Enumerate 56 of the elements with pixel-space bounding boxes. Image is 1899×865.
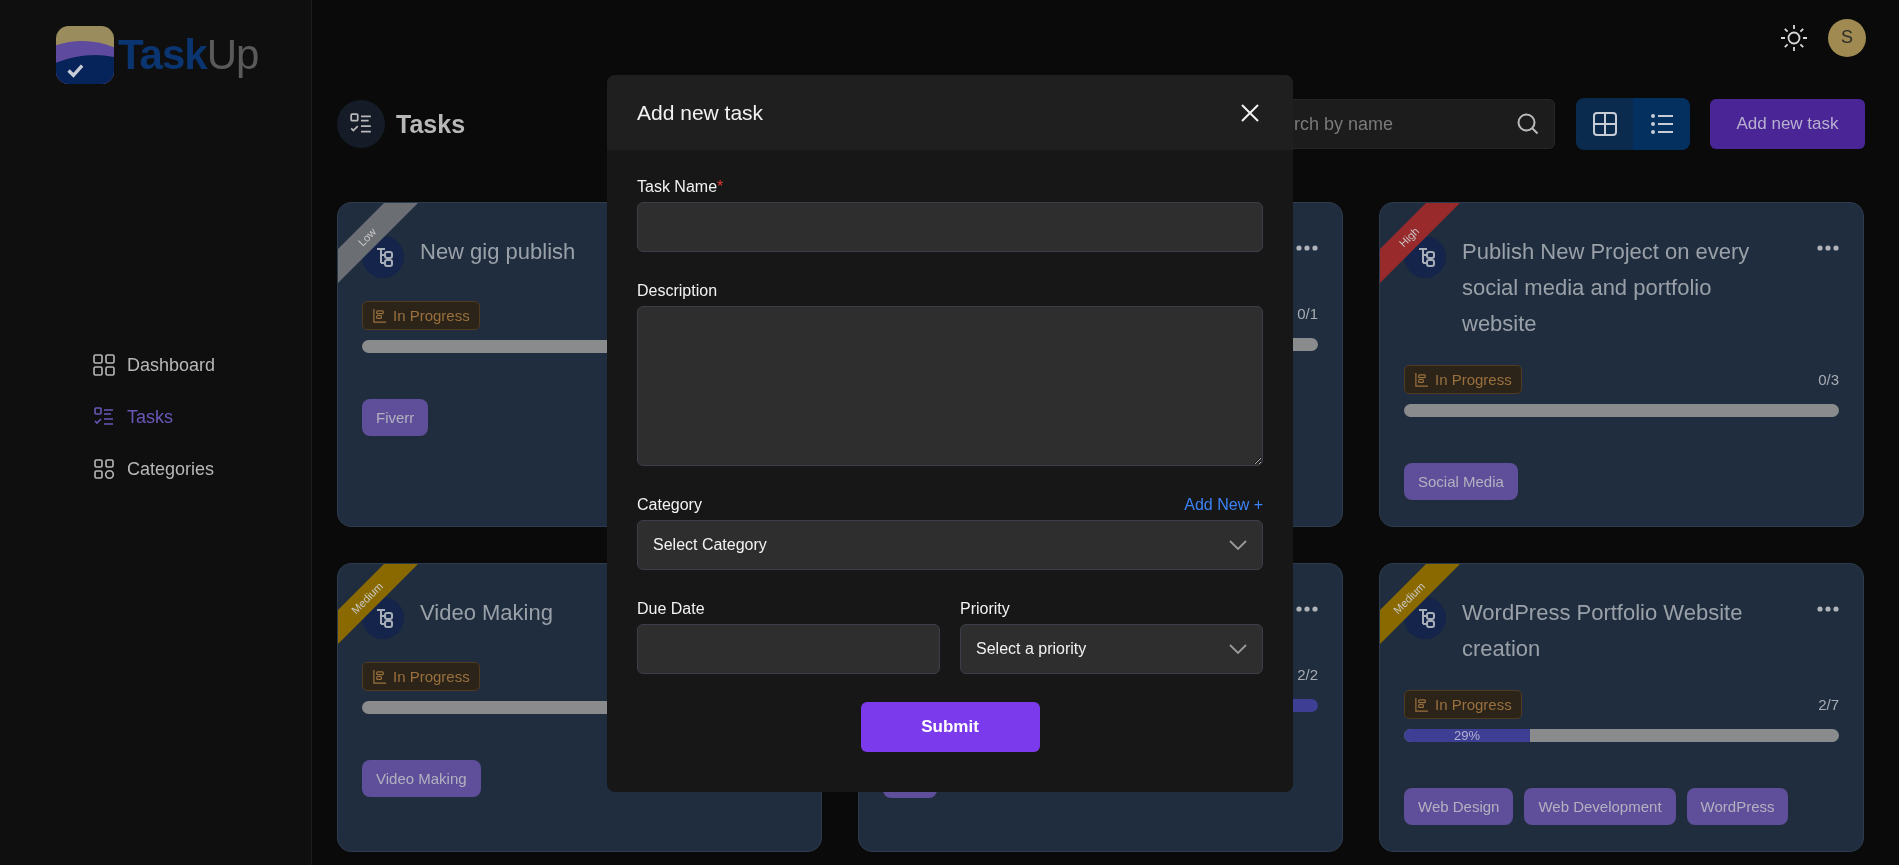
- subtask-count: 2/2: [1297, 665, 1318, 683]
- category-tag: Web Design: [1404, 788, 1514, 825]
- add-new-link[interactable]: Add New +: [1184, 496, 1263, 514]
- date-field[interactable]: [637, 624, 940, 674]
- view-toggle[interactable]: [1633, 98, 1690, 150]
- task-title: Video Making: [420, 599, 554, 627]
- subtask-count: 0/1: [1297, 304, 1318, 322]
- more-options-icon[interactable]: [1817, 605, 1839, 613]
- status-badge: In Progress: [362, 300, 480, 330]
- task-title: WordPress Portfolio Website creation: [1462, 599, 1744, 663]
- categories-icon: [93, 458, 115, 480]
- checklist-icon: [337, 100, 385, 148]
- user-avatar[interactable]: S: [1828, 18, 1866, 57]
- category-tag: Fiverr: [362, 399, 429, 436]
- search-field[interactable]: rch by name: [1293, 99, 1555, 149]
- field-label: Task Name*: [637, 178, 724, 196]
- modal-title: Add new task: [637, 100, 764, 125]
- subtask-count: 2/7: [1818, 695, 1839, 713]
- logo-text: TaskUp: [118, 31, 259, 79]
- search-icon: [1516, 112, 1540, 136]
- task-title: New gig publish: [420, 238, 577, 266]
- logo-icon: [56, 26, 114, 84]
- grid-view-icon: [1591, 111, 1618, 137]
- page-title: Tasks: [396, 109, 466, 139]
- sun-icon[interactable]: [1780, 23, 1808, 52]
- more-options-icon[interactable]: [1817, 244, 1839, 252]
- subtask-count: 0/3: [1818, 370, 1839, 388]
- list-icon: [1648, 111, 1675, 137]
- status-badge: In Progress: [1404, 364, 1522, 394]
- select-field[interactable]: Select Category: [637, 520, 1263, 570]
- chevron-down-icon: [1228, 643, 1248, 655]
- progress-fill: 29%: [1404, 729, 1531, 742]
- field-label: Category: [637, 496, 702, 514]
- category-tag: Web Development: [1524, 788, 1676, 825]
- submit-button[interactable]: Submit: [860, 702, 1040, 752]
- sidebar-item[interactable]: Categories: [93, 458, 311, 480]
- view-toggle[interactable]: [1576, 98, 1633, 150]
- sidebar-item[interactable]: Tasks: [93, 406, 311, 428]
- category-tag: Social Media: [1404, 463, 1518, 500]
- grid-icon: [93, 354, 115, 376]
- add-task-button[interactable]: Add new task: [1710, 99, 1865, 149]
- input-field[interactable]: [637, 202, 1263, 252]
- status-badge: In Progress: [1404, 689, 1522, 719]
- more-options-icon[interactable]: [1296, 244, 1318, 252]
- chevron-down-icon: [1228, 539, 1248, 551]
- checklist-icon: [93, 406, 115, 428]
- field-label: Priority: [960, 600, 1010, 618]
- status-badge: In Progress: [362, 661, 480, 691]
- select-field[interactable]: Select a priority: [960, 624, 1263, 674]
- task-title: Publish New Project on every social media and portfolio website: [1462, 238, 1751, 338]
- sidebar-item[interactable]: Dashboard: [93, 354, 311, 376]
- category-tag: Video Making: [362, 760, 481, 797]
- more-options-icon[interactable]: [1296, 605, 1318, 613]
- field-label: Description: [637, 282, 718, 300]
- field-label: Due Date: [637, 600, 705, 618]
- category-tag: WordPress: [1686, 788, 1789, 825]
